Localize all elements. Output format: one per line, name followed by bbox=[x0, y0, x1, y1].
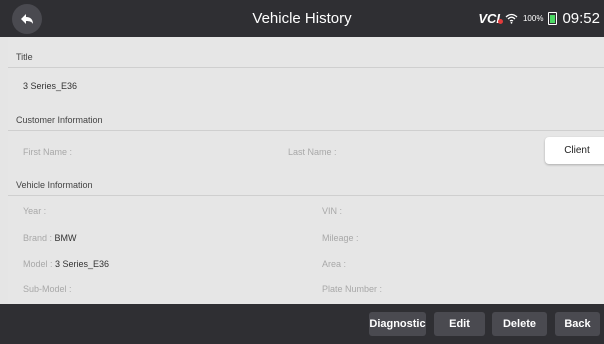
edit-button[interactable]: Edit bbox=[434, 312, 485, 336]
submodel-field: Sub-Model : bbox=[23, 284, 72, 294]
clock: 09:52 bbox=[562, 10, 600, 27]
plate-number-field: Plate Number : bbox=[322, 284, 383, 294]
title-section-label: Title bbox=[16, 52, 33, 62]
divider bbox=[8, 67, 604, 68]
model-label: Model : bbox=[23, 259, 56, 269]
back-button[interactable]: Back bbox=[555, 312, 600, 336]
delete-button[interactable]: Delete bbox=[492, 312, 547, 336]
title-value: 3 Series_E36 bbox=[23, 81, 78, 91]
brand-value: BMW bbox=[54, 233, 77, 243]
mileage-field: Mileage : bbox=[322, 233, 359, 243]
vehicle-section-label: Vehicle Information bbox=[16, 180, 93, 190]
wifi-icon bbox=[505, 13, 518, 24]
battery-percent: 100% bbox=[522, 14, 544, 23]
first-name-field: First Name : bbox=[23, 147, 73, 157]
vci-indicator: VCI bbox=[478, 11, 503, 26]
year-field: Year : bbox=[23, 206, 47, 216]
brand-label: Brand : bbox=[23, 233, 55, 243]
divider bbox=[8, 130, 604, 131]
battery-icon bbox=[548, 12, 558, 25]
model-value: 3 Series_E36 bbox=[55, 259, 110, 269]
divider bbox=[8, 195, 604, 196]
area-field: Area : bbox=[322, 259, 347, 269]
client-button[interactable]: Client bbox=[545, 137, 604, 164]
last-name-field: Last Name : bbox=[288, 147, 337, 157]
vehicle-history-panel: Title 3 Series_E36 Customer Information … bbox=[8, 37, 604, 304]
bottom-toolbar: Diagnostic Edit Delete Back bbox=[0, 304, 604, 344]
status-area: VCI 100% 09:52 bbox=[478, 0, 600, 37]
diagnostic-button[interactable]: Diagnostic bbox=[369, 312, 426, 336]
vin-field: VIN : bbox=[322, 206, 343, 216]
brand-field: Brand : BMW bbox=[23, 233, 77, 243]
model-field: Model : 3 Series_E36 bbox=[23, 259, 109, 269]
top-bar: Vehicle History VCI 100% 09:52 bbox=[0, 0, 604, 37]
customer-section-label: Customer Information bbox=[16, 115, 103, 125]
